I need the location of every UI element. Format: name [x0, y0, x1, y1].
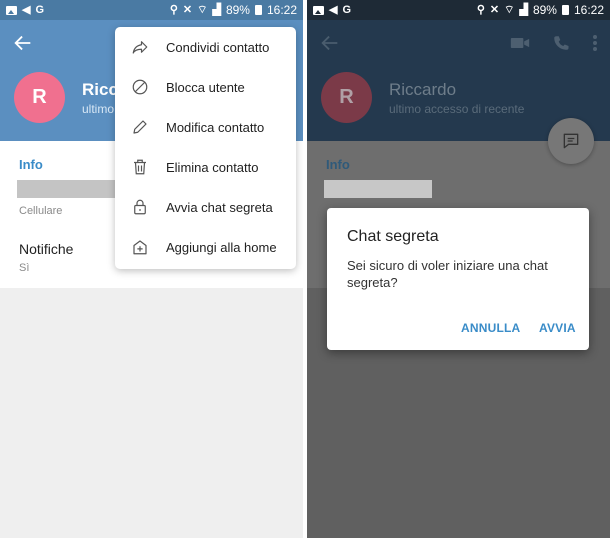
- notifications-label[interactable]: Notifiche: [19, 241, 73, 257]
- more-options-icon[interactable]: [592, 34, 598, 52]
- clock: 16:22: [573, 3, 604, 17]
- overflow-menu: Condividi contatto Blocca utente Modific…: [115, 27, 296, 269]
- mute-vibrate-icon: ✕: [489, 3, 500, 16]
- menu-item-edit-contact[interactable]: Modifica contatto: [115, 107, 296, 147]
- right-screen: ◀ G ⚲ ✕ ⌔ ▟ 89% 16:22 R Riccardo ultimo …: [307, 0, 610, 538]
- menu-item-share-contact[interactable]: Condividi contatto: [115, 27, 296, 67]
- dialog-message: Sei sicuro di voler iniziare una chat se…: [347, 258, 548, 290]
- info-label: Info: [326, 157, 350, 172]
- last-seen: ultimo accesso di recente: [389, 102, 525, 116]
- menu-item-start-secret-chat[interactable]: Avvia chat segreta: [115, 187, 296, 227]
- menu-item-block-user[interactable]: Blocca utente: [115, 67, 296, 107]
- lock-icon: [131, 198, 149, 216]
- image-icon: [6, 5, 17, 15]
- battery-icon: [254, 5, 262, 15]
- battery-percent: 89%: [532, 3, 557, 17]
- contact-name: Ricc: [82, 80, 118, 99]
- image-icon: [313, 5, 324, 15]
- back-arrow-icon[interactable]: [319, 32, 341, 54]
- phone-call-icon[interactable]: [552, 34, 570, 52]
- secret-chat-dialog: Chat segreta Sei sicuro di voler iniziar…: [327, 208, 589, 350]
- notifications-value: Sì: [19, 262, 30, 274]
- telegram-icon: ◀: [329, 3, 338, 16]
- signal-icon: ▟: [519, 3, 528, 16]
- phone-type-label: Cellulare: [19, 205, 63, 217]
- wifi-icon: ⌔: [504, 3, 515, 16]
- phone-number-redacted[interactable]: [324, 180, 432, 198]
- dialog-title: Chat segreta: [347, 228, 439, 245]
- phone-number-redacted[interactable]: [17, 180, 125, 198]
- info-label: Info: [19, 157, 43, 172]
- block-icon: [131, 78, 149, 96]
- google-icon: G: [342, 3, 352, 16]
- status-bar: ◀ G ⚲ ✕ ⌔ ▟ 89% 16:22: [0, 0, 303, 20]
- add-home-icon: [131, 238, 149, 256]
- google-icon: G: [35, 3, 45, 16]
- edit-icon: [131, 118, 149, 136]
- status-bar: ◀ G ⚲ ✕ ⌔ ▟ 89% 16:22: [307, 0, 610, 20]
- telegram-icon: ◀: [22, 3, 31, 16]
- avatar: R: [14, 72, 65, 123]
- contact-name: Riccardo: [389, 80, 457, 99]
- message-fab[interactable]: [548, 118, 594, 164]
- clock: 16:22: [266, 3, 297, 17]
- trash-icon: [131, 158, 149, 176]
- location-icon: ⚲: [476, 3, 485, 16]
- signal-icon: ▟: [212, 3, 221, 16]
- last-seen: ultimo: [82, 102, 115, 116]
- left-screen: ◀ G ⚲ ✕ ⌔ ▟ 89% 16:22 R Ricc ultimo Info…: [0, 0, 303, 538]
- back-arrow-icon[interactable]: [12, 32, 34, 54]
- battery-percent: 89%: [225, 3, 250, 17]
- location-icon: ⚲: [169, 3, 178, 16]
- start-button[interactable]: AVVIA: [539, 321, 576, 335]
- wifi-icon: ⌔: [197, 3, 208, 16]
- mute-vibrate-icon: ✕: [182, 3, 193, 16]
- share-icon: [131, 38, 149, 56]
- message-icon: [563, 133, 579, 149]
- battery-icon: [561, 5, 569, 15]
- avatar: R: [321, 72, 372, 123]
- menu-item-delete-contact[interactable]: Elimina contatto: [115, 147, 296, 187]
- video-call-icon[interactable]: [510, 35, 530, 51]
- cancel-button[interactable]: ANNULLA: [461, 321, 520, 335]
- menu-item-add-to-home[interactable]: Aggiungi alla home: [115, 227, 296, 267]
